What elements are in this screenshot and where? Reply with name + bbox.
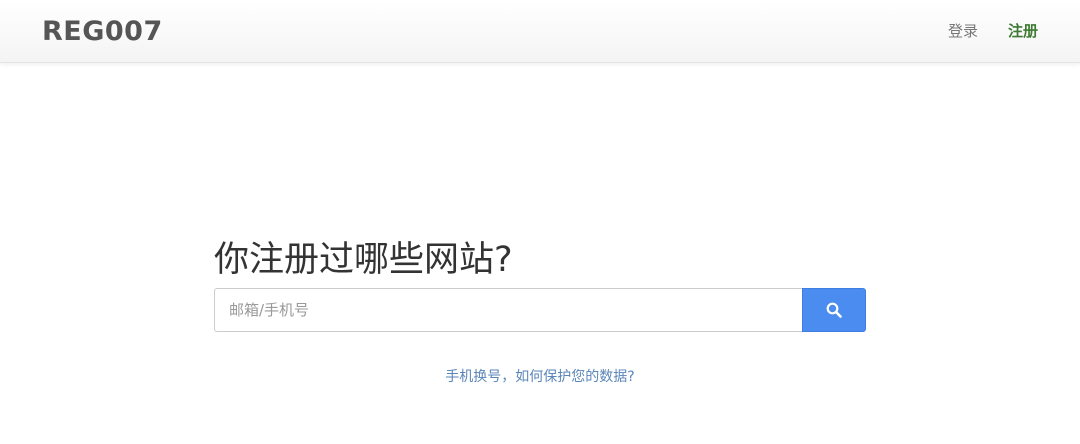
data-protection-help-link[interactable]: 手机换号，如何保护您的数据?: [214, 367, 866, 387]
search-form: [214, 288, 866, 332]
hero-section: 你注册过哪些网站? 手机换号，如何保护您的数据?: [214, 236, 866, 385]
search-input[interactable]: [214, 288, 802, 332]
top-navbar: REG007 登录 注册: [0, 0, 1080, 63]
page-title: 你注册过哪些网站?: [214, 240, 513, 280]
search-button[interactable]: [802, 288, 866, 332]
nav-register-link[interactable]: 注册: [1008, 20, 1038, 42]
nav-links: 登录 注册: [948, 20, 1038, 42]
brand-logo[interactable]: REG007: [42, 14, 163, 50]
nav-login-link[interactable]: 登录: [948, 20, 978, 42]
search-icon: [826, 302, 842, 318]
